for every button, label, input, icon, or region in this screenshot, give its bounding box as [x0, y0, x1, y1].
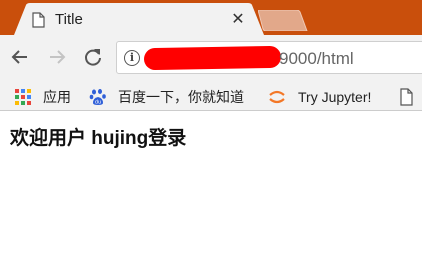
tab-active[interactable]: Title ✕: [14, 3, 264, 35]
browser-toolbar: i 9000/html: [0, 35, 422, 81]
baidu-paw-icon: du: [89, 89, 106, 106]
reload-icon[interactable]: [82, 46, 104, 68]
document-icon: [400, 88, 413, 106]
bookmarks-bar: 应用 du 百度一下，你就知道 Try Jupyter!: [0, 81, 422, 111]
tab-background: [14, 3, 264, 35]
svg-text:du: du: [95, 100, 101, 106]
forward-arrow-icon[interactable]: [46, 46, 68, 68]
document-icon: [32, 12, 45, 28]
bookmark-label: 百度一下，你就知道: [118, 89, 244, 105]
new-tab-button[interactable]: [258, 10, 308, 31]
address-bar[interactable]: i 9000/html: [116, 41, 422, 74]
back-arrow-icon[interactable]: [9, 46, 31, 68]
close-icon[interactable]: ✕: [228, 10, 248, 30]
welcome-heading: 欢迎用户 hujing登录: [10, 128, 187, 149]
jupyter-icon: [269, 90, 285, 104]
bookmark-label: 应用: [43, 89, 71, 105]
tab-strip: Title ✕: [0, 0, 422, 35]
info-icon[interactable]: i: [124, 50, 140, 66]
bookmark-label: Try Jupyter!: [298, 89, 372, 105]
page-content: 欢迎用户 hujing登录: [0, 112, 422, 255]
redaction-mark: [143, 45, 282, 71]
tab-title: Title: [55, 11, 83, 28]
apps-grid-icon: [15, 89, 31, 105]
url-text[interactable]: 9000/html: [279, 49, 354, 69]
